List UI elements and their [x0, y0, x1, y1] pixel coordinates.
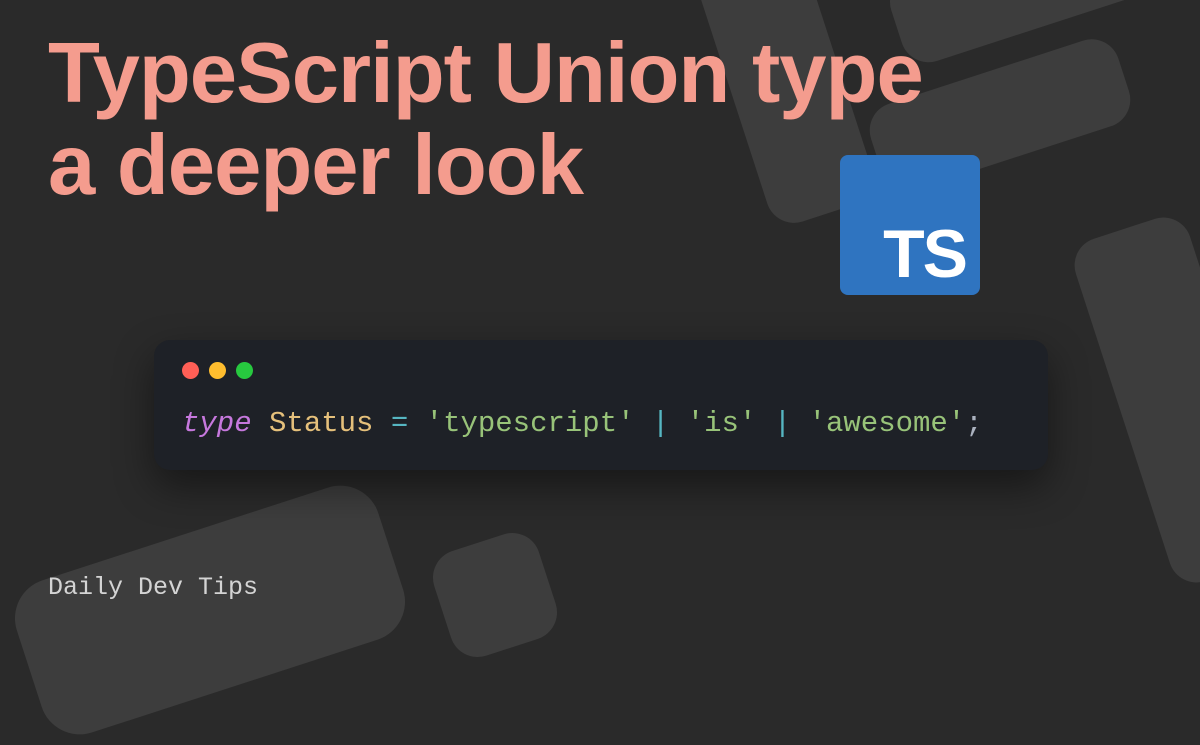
- page-title: TypeScript Union type a deeper look: [48, 28, 923, 212]
- title-line-2: a deeper look: [48, 118, 583, 213]
- code-string: 'typescript': [426, 407, 635, 440]
- footer-brand: Daily Dev Tips: [48, 573, 258, 602]
- window-controls: [182, 362, 1020, 379]
- close-dot-icon: [182, 362, 199, 379]
- code-equals: =: [391, 407, 408, 440]
- code-string: 'awesome': [809, 407, 966, 440]
- maximize-dot-icon: [236, 362, 253, 379]
- code-semicolon: ;: [965, 407, 982, 440]
- typescript-logo-text: TS: [883, 215, 966, 293]
- code-string: 'is': [687, 407, 757, 440]
- code-window: type Status = 'typescript' | 'is' | 'awe…: [154, 340, 1048, 470]
- minimize-dot-icon: [209, 362, 226, 379]
- decorative-shape: [426, 526, 565, 665]
- code-pipe: |: [652, 407, 669, 440]
- title-line-1: TypeScript Union type: [48, 26, 923, 121]
- typescript-logo-icon: TS: [840, 155, 980, 295]
- decorative-shape: [1067, 210, 1200, 589]
- code-snippet: type Status = 'typescript' | 'is' | 'awe…: [182, 407, 1020, 440]
- code-keyword: type: [182, 407, 252, 440]
- code-type-name: Status: [269, 407, 373, 440]
- code-pipe: |: [774, 407, 791, 440]
- decorative-shape: [5, 475, 416, 745]
